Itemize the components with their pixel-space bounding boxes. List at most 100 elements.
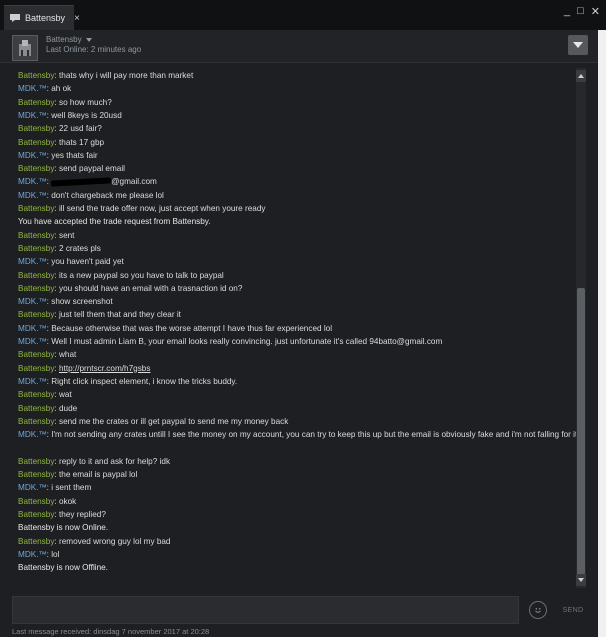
message-sender[interactable]: Battensby (18, 71, 54, 80)
system-message: Battensby is now Online. (18, 521, 108, 534)
message-text: Right click inspect element, i know the … (51, 376, 238, 386)
chat-message: Battensby: reply to it and ask for help?… (18, 455, 170, 468)
chat-message: Battensby: so how much? (18, 96, 112, 109)
message-sender[interactable]: MDK.™ (18, 337, 47, 346)
message-text: @gmail.com (111, 177, 157, 187)
message-sender[interactable]: MDK.™ (18, 111, 47, 120)
message-sender[interactable]: MDK.™ (18, 483, 47, 492)
message-text: 22 usd fair? (58, 124, 102, 134)
scroll-down-icon[interactable] (576, 574, 586, 586)
message-link[interactable]: http://prntscr.com/h7gsbs (59, 364, 150, 373)
message-text: Well I must admin Liam B, your email loo… (51, 337, 443, 346)
message-sender[interactable]: Battensby (18, 231, 54, 240)
message-sender[interactable]: MDK.™ (18, 550, 47, 559)
message-sender[interactable]: Battensby (18, 364, 54, 373)
message-text: what (58, 350, 77, 360)
window-edge (598, 30, 606, 637)
message-sender[interactable]: Battensby (18, 98, 54, 107)
message-sender[interactable]: Battensby (18, 244, 54, 253)
chevron-down-icon[interactable] (568, 35, 588, 55)
scrollbar[interactable] (576, 68, 586, 588)
resize-grip-icon[interactable]: + (577, 424, 582, 434)
message-text: thats 17 gbp (58, 137, 105, 147)
chat-message: Battensby: thats why i will pay more tha… (18, 69, 193, 82)
message-text: don't chargeback me please lol (51, 190, 164, 200)
system-message: Battensby is now Offline. (18, 561, 108, 574)
message-text: 2 crates pls (58, 243, 101, 253)
message-text: show screenshot (51, 297, 113, 307)
chat-tab[interactable]: Battensby × (4, 5, 80, 30)
message-sender[interactable]: MDK.™ (18, 177, 47, 186)
message-sender[interactable]: Battensby (18, 537, 54, 546)
redaction-mark (51, 177, 112, 187)
chat-header: Battensby Last Online: 2 minutes ago (0, 30, 606, 63)
message-sender[interactable]: MDK.™ (18, 191, 47, 200)
message-sender[interactable]: MDK.™ (18, 324, 47, 333)
message-text: reply to it and ask for help? idk (58, 456, 171, 466)
chat-message: Battensby: wat (18, 388, 72, 401)
message-sender[interactable]: Battensby (18, 271, 54, 280)
message-text: thats why i will pay more than market (58, 71, 194, 80)
message-text: you haven't paid yet (51, 257, 124, 267)
message-text: you should have an email with a trasnact… (58, 283, 243, 293)
message-text: okok (58, 496, 77, 506)
chat-message: Battensby: send me the crates or ill get… (18, 415, 288, 428)
chat-icon (10, 14, 20, 22)
message-sender[interactable]: Battensby (18, 510, 54, 519)
message-sender[interactable]: Battensby (18, 457, 54, 466)
message-sender[interactable]: MDK.™ (18, 151, 47, 160)
system-message-text: You have accepted the trade request from… (18, 217, 211, 227)
chat-log[interactable]: Battensby: thats why i will pay more tha… (10, 66, 576, 590)
message-text: ill send the trade offer now, just accep… (58, 204, 266, 213)
chat-message: Battensby: what (18, 348, 76, 361)
message-sender[interactable]: MDK.™ (18, 257, 47, 266)
chat-message: MDK.™: ah ok (18, 82, 71, 95)
message-sender[interactable]: Battensby (18, 284, 54, 293)
send-button[interactable]: SEND (558, 596, 588, 624)
last-message-info: Last message received: dinsdag 7 novembe… (12, 627, 210, 636)
message-sender[interactable]: Battensby (18, 390, 54, 399)
message-sender[interactable]: Battensby (18, 470, 54, 479)
scroll-up-icon[interactable] (576, 70, 586, 82)
message-sender[interactable]: Battensby (18, 417, 54, 426)
message-text: its a new paypal so you have to talk to … (58, 270, 224, 280)
message-input[interactable] (12, 596, 519, 624)
message-sender[interactable]: Battensby (18, 164, 54, 173)
minimize-icon[interactable]: _ (564, 5, 570, 18)
message-sender[interactable]: Battensby (18, 404, 54, 413)
message-text: wat (58, 390, 72, 400)
emoticon-button[interactable] (526, 596, 550, 624)
chat-message: MDK.™: don't chargeback me please lol (18, 189, 164, 202)
chat-message: MDK.™: well 8keys is 20usd (18, 109, 122, 122)
message-sender[interactable]: MDK.™ (18, 430, 47, 439)
message-text: I'm not sending any crates untill I see … (51, 430, 576, 440)
chat-message: MDK.™: Right click inspect element, i kn… (18, 375, 237, 388)
message-sender[interactable]: MDK.™ (18, 377, 47, 386)
message-text: well 8keys is 20usd (51, 110, 122, 120)
avatar[interactable] (12, 35, 38, 61)
message-text: ah ok (51, 84, 72, 94)
chat-message: MDK.™: @gmail.com (18, 175, 157, 188)
message-sender[interactable]: Battensby (18, 310, 54, 319)
message-sender[interactable]: MDK.™ (18, 84, 47, 93)
chat-message: Battensby: 2 crates pls (18, 242, 101, 255)
message-text: so how much? (58, 97, 112, 107)
message-sender[interactable]: MDK.™ (18, 297, 47, 306)
message-text: the email is paypal lol (58, 470, 138, 479)
tab-close-icon[interactable]: × (74, 13, 80, 24)
chat-message: Battensby: you should have an email with… (18, 282, 242, 295)
message-text: dude (58, 403, 78, 413)
friend-name[interactable]: Battensby (46, 35, 92, 44)
system-message-text: Battensby is now Offline. (18, 563, 108, 573)
chat-message: Battensby: removed wrong guy lol my bad (18, 535, 170, 548)
message-sender[interactable]: Battensby (18, 138, 54, 147)
message-text: i sent them (51, 483, 92, 493)
message-sender[interactable]: Battensby (18, 204, 54, 213)
close-icon[interactable]: ✕ (591, 5, 600, 18)
message-text: send me the crates or ill get paypal to … (58, 416, 289, 426)
message-sender[interactable]: Battensby (18, 124, 54, 133)
system-message-text: Battensby is now Online. (18, 523, 109, 533)
maximize-icon[interactable]: □ (577, 5, 584, 18)
message-sender[interactable]: Battensby (18, 497, 54, 506)
message-sender[interactable]: Battensby (18, 350, 54, 359)
